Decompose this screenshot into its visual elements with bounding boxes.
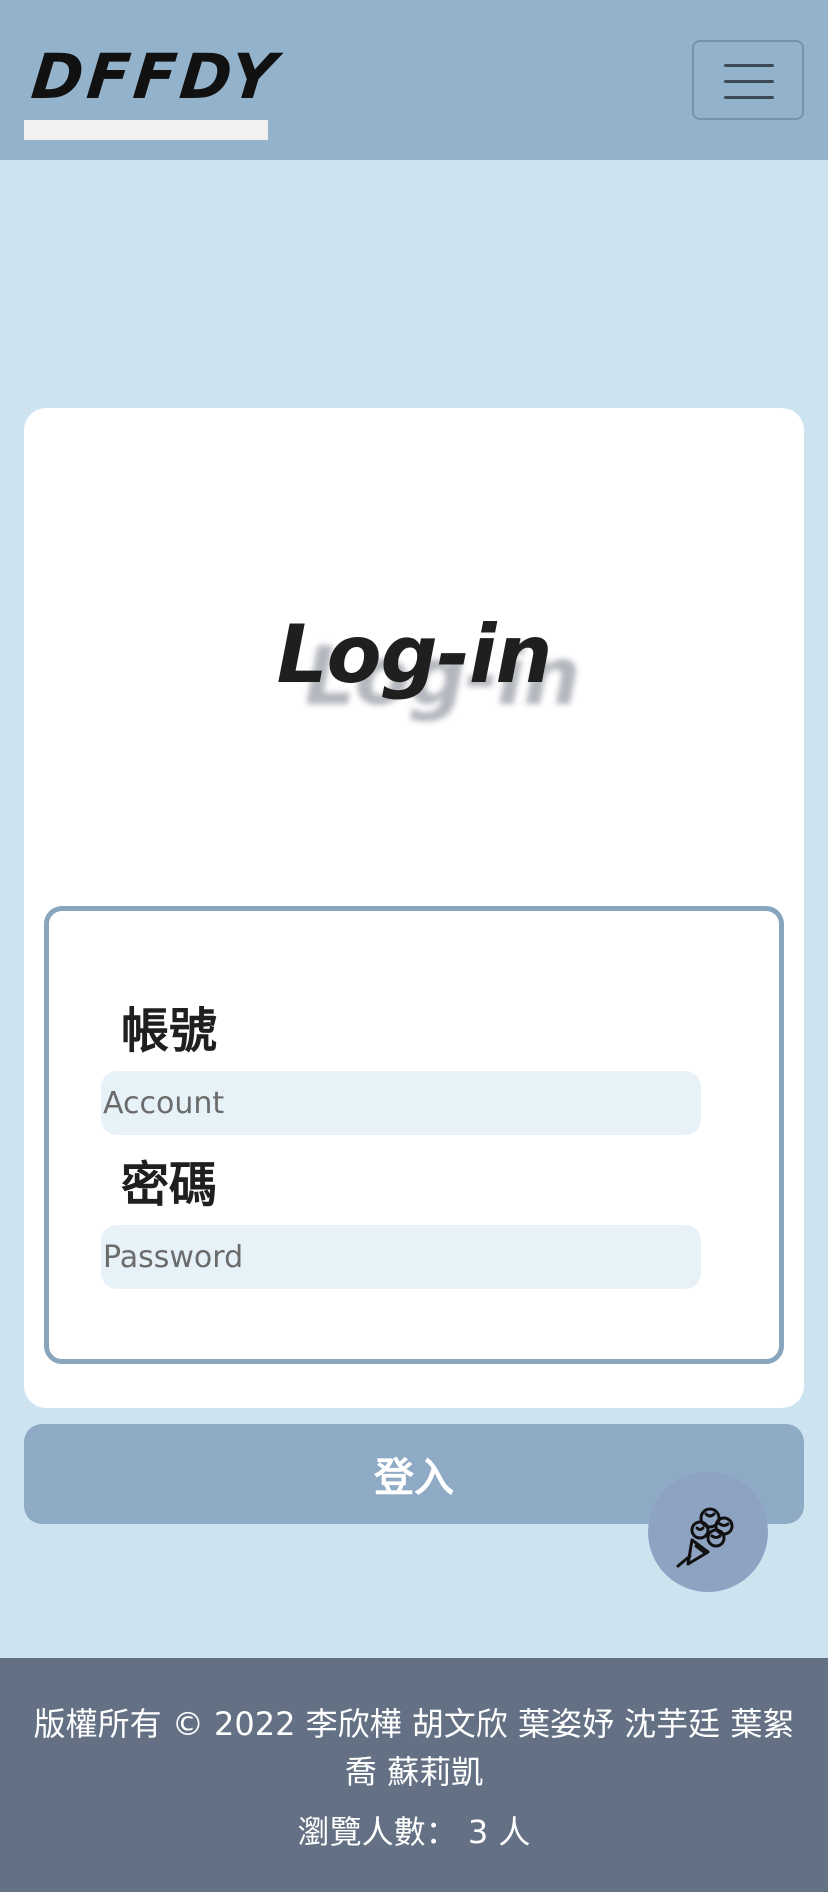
brand-text: DFFDY — [28, 40, 284, 113]
brand-logo[interactable]: DFFDY — [24, 40, 284, 140]
footer: 版權所有 © 2022 李欣樺 胡文欣 葉姿妤 沈芋廷 葉絮喬 蘇莉凱 瀏覽人數… — [0, 1658, 828, 1892]
login-title: Log-in — [276, 608, 553, 701]
password-label: 密碼 — [121, 1157, 218, 1213]
account-input[interactable] — [101, 1071, 701, 1135]
password-input[interactable] — [101, 1225, 701, 1289]
navbar: DFFDY — [0, 0, 828, 160]
visitor-count: 瀏覽人數： 3 人 — [297, 1813, 531, 1851]
login-card: Log-in 帳號 密碼 — [24, 408, 804, 1408]
navbar-toggle-button[interactable] — [692, 40, 804, 120]
account-label: 帳號 — [121, 1003, 218, 1059]
login-form: 帳號 密碼 — [44, 906, 784, 1364]
footer-copyright: 版權所有 © 2022 李欣樺 胡文欣 葉姿妤 沈芋廷 葉絮喬 蘇莉凱 — [33, 1705, 795, 1791]
floating-flower-button[interactable] — [648, 1472, 768, 1592]
flower-bouquet-icon — [676, 1507, 734, 1568]
brand-underline — [24, 120, 268, 140]
login-title-wrap: Log-in — [24, 608, 804, 701]
